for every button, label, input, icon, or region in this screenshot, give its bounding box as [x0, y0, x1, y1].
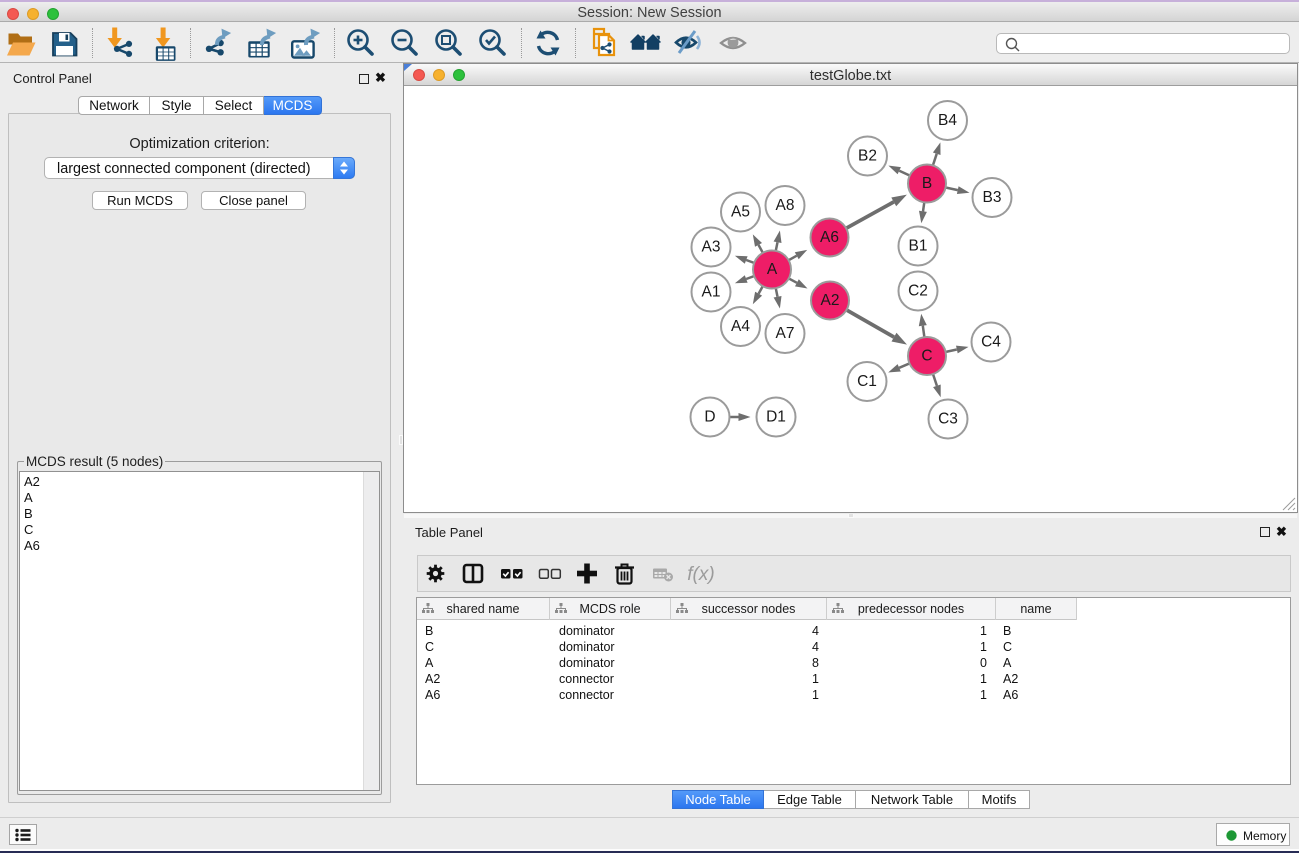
svg-text:B2: B2	[858, 148, 877, 165]
svg-text:f(x): f(x)	[687, 564, 714, 585]
svg-text:C: C	[921, 348, 932, 365]
svg-text:D1: D1	[766, 409, 786, 426]
svg-text:A8: A8	[776, 197, 795, 214]
svg-text:A5: A5	[731, 204, 750, 221]
svg-text:D: D	[704, 409, 715, 426]
svg-text:C3: C3	[938, 411, 958, 428]
svg-text:B4: B4	[938, 112, 957, 129]
svg-text:C1: C1	[857, 373, 877, 390]
svg-text:B: B	[922, 175, 932, 192]
svg-text:C4: C4	[981, 334, 1001, 351]
svg-text:A2: A2	[821, 292, 840, 309]
svg-text:A4: A4	[731, 318, 750, 335]
svg-text:B1: B1	[909, 238, 928, 255]
svg-text:B3: B3	[983, 189, 1002, 206]
svg-text:C2: C2	[908, 283, 928, 300]
svg-text:A1: A1	[702, 284, 721, 301]
svg-text:A: A	[767, 261, 778, 278]
svg-text:A7: A7	[776, 325, 795, 342]
svg-text:A6: A6	[820, 229, 839, 246]
svg-text:A3: A3	[702, 239, 721, 256]
